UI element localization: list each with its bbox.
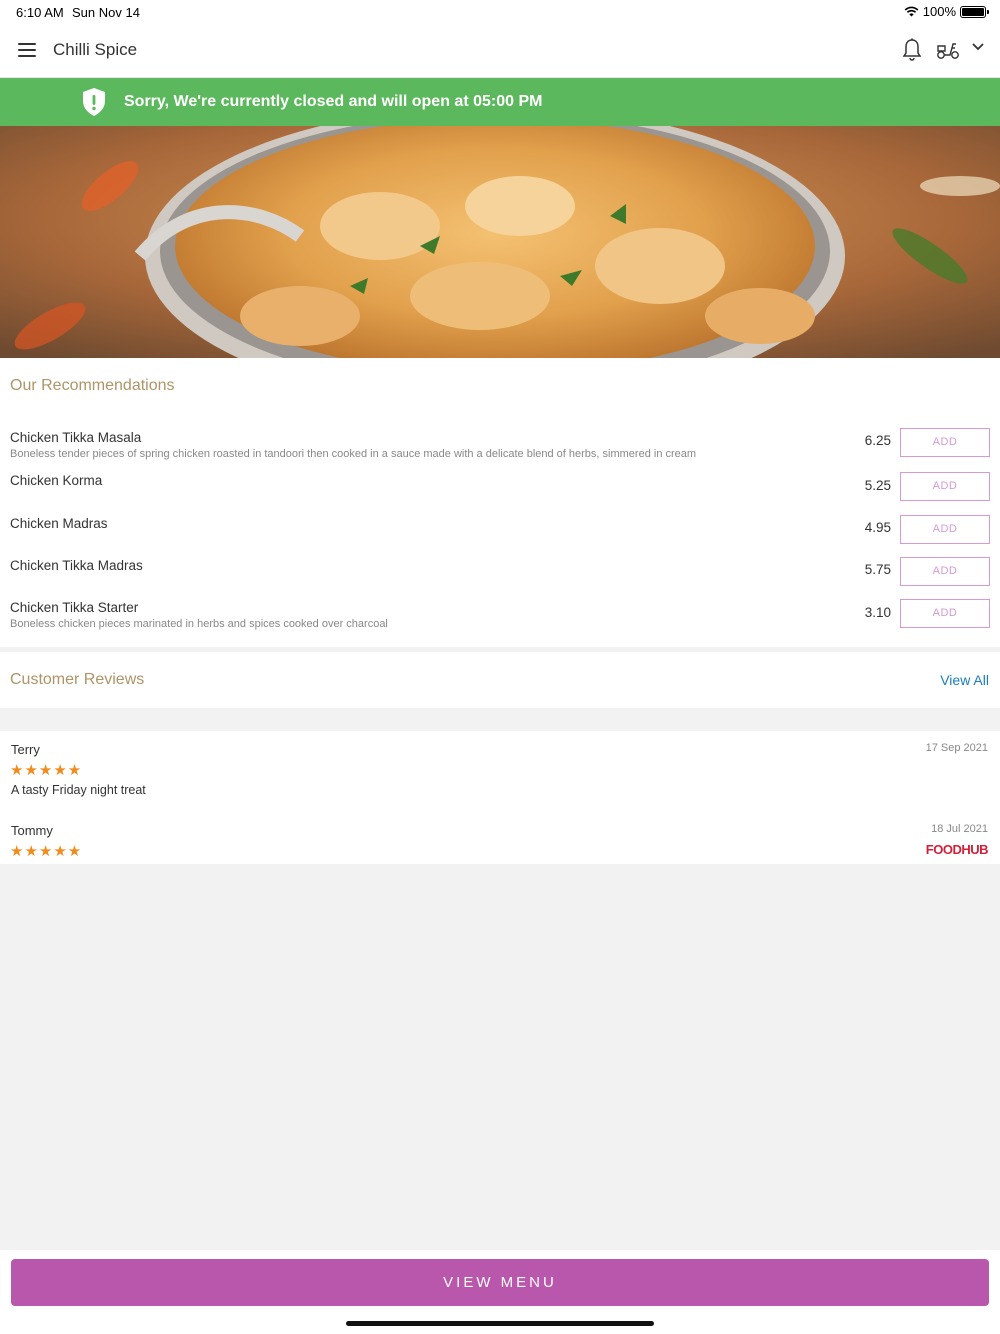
battery-icon	[960, 5, 989, 18]
status-bar: 6:10 AM Sun Nov 14 100%	[0, 0, 1000, 24]
bottom-bar: VIEW MENU	[0, 1250, 1000, 1334]
view-all-link[interactable]: View All	[940, 672, 989, 688]
review-author: Terry	[11, 742, 40, 757]
add-button[interactable]: ADD	[900, 515, 990, 544]
review-date: 18 Jul 2021	[931, 823, 988, 835]
menu-item: Chicken Tikka Starter Boneless chicken p…	[0, 599, 1000, 642]
item-name: Chicken Tikka Masala	[10, 430, 142, 445]
review-date: 17 Sep 2021	[925, 742, 988, 754]
item-name: Chicken Tikka Madras	[10, 558, 143, 573]
menu-item: Chicken Korma 5.25 ADD	[0, 472, 1000, 515]
home-indicator	[346, 1321, 654, 1326]
item-price: 5.75	[864, 562, 891, 577]
add-button[interactable]: ADD	[900, 428, 990, 457]
status-right: 100%	[904, 4, 989, 19]
view-menu-button[interactable]: VIEW MENU	[11, 1259, 989, 1306]
star-rating: ★★★★★	[10, 762, 83, 779]
foodhub-logo: FOODHUB	[925, 842, 989, 857]
bell-icon[interactable]	[902, 38, 922, 62]
item-price: 4.95	[864, 520, 891, 535]
menu-item: Chicken Tikka Masala Boneless tender pie…	[0, 428, 1000, 472]
status-date: Sun Nov 14	[72, 5, 140, 20]
add-button[interactable]: ADD	[900, 557, 990, 586]
item-description: Boneless tender pieces of spring chicken…	[10, 448, 697, 460]
item-description: Boneless chicken pieces marinated in her…	[10, 618, 388, 630]
restaurant-title: Chilli Spice	[53, 40, 138, 59]
add-button[interactable]: ADD	[900, 472, 990, 501]
item-price: 3.10	[864, 605, 891, 620]
review-author: Tommy	[11, 823, 53, 838]
reviews-header: Customer Reviews View All	[0, 652, 1000, 708]
shield-alert-icon	[83, 88, 105, 116]
hero-food-image	[0, 126, 1000, 358]
reviews-list: Terry 17 Sep 2021 ★★★★★ A tasty Friday n…	[0, 731, 1000, 864]
delivery-scooter-icon[interactable]	[936, 40, 960, 60]
item-name: Chicken Madras	[10, 516, 108, 531]
item-name: Chicken Tikka Starter	[10, 600, 139, 615]
chevron-down-icon[interactable]	[972, 43, 984, 51]
curry-dish-illustration	[0, 126, 1000, 358]
add-button[interactable]: ADD	[900, 599, 990, 628]
reviews-title: Customer Reviews	[10, 671, 145, 688]
closed-message: Sorry, We're currently closed and will o…	[124, 93, 543, 110]
item-price: 6.25	[864, 433, 891, 448]
closed-banner: Sorry, We're currently closed and will o…	[0, 78, 1000, 126]
recommendations-title: Our Recommendations	[10, 377, 175, 394]
star-rating: ★★★★★	[10, 843, 83, 860]
recommendations-section: Our Recommendations Chicken Tikka Masala…	[0, 358, 1000, 647]
battery-percent: 100%	[922, 4, 956, 19]
item-price: 5.25	[864, 478, 891, 493]
item-name: Chicken Korma	[10, 473, 103, 488]
menu-item: Chicken Madras 4.95 ADD	[0, 515, 1000, 558]
menu-item: Chicken Tikka Madras 5.75 ADD	[0, 557, 1000, 600]
app-header: Chilli Spice	[0, 24, 1000, 78]
menu-icon[interactable]	[18, 43, 36, 57]
wifi-icon	[904, 6, 919, 17]
status-time: 6:10 AM	[16, 5, 64, 20]
review-text: A tasty Friday night treat	[11, 783, 146, 797]
